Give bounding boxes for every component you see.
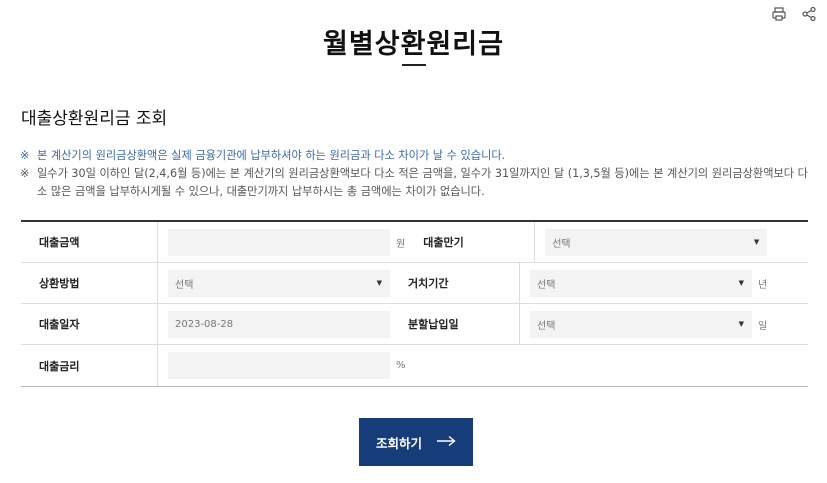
- notice-item: ※ 일수가 30일 이하인 달(2,4,6월 등)에는 본 계산기의 원리금상환…: [20, 165, 810, 201]
- loan-term-label: 대출만기: [405, 222, 536, 262]
- share-icon[interactable]: [801, 6, 817, 22]
- repay-method-select[interactable]: 선택 ▼: [168, 269, 390, 297]
- grace-period-unit: 년: [758, 279, 768, 291]
- dropdown-arrow-icon: ▼: [376, 279, 382, 287]
- form-row: 대출금리 %: [21, 345, 808, 387]
- loan-form: 대출금액 원 대출만기 선택 ▼ 상환방법 선택 ▼ 거치기간 선택 ▼ 년 대…: [21, 220, 808, 387]
- arrow-right-icon: [436, 435, 456, 450]
- grace-period-select[interactable]: 선택 ▼: [530, 269, 752, 297]
- loan-term-value: 선택: [552, 238, 571, 250]
- notice-mark: ※: [20, 149, 30, 162]
- loan-amount-input[interactable]: [168, 228, 390, 256]
- loan-term-select[interactable]: 선택 ▼: [545, 228, 768, 256]
- section-title: 대출상환원리금 조회: [21, 109, 168, 129]
- interest-rate-label: 대출금리: [21, 345, 158, 386]
- grace-period-label: 거치기간: [390, 263, 520, 303]
- repay-method-label: 상환방법: [21, 263, 158, 303]
- dropdown-arrow-icon: ▼: [738, 279, 744, 287]
- notice-text: 일수가 30일 이하인 달(2,4,6월 등)에는 본 계산기의 원리금상환액보…: [37, 167, 808, 198]
- submit-label: 조회하기: [375, 435, 422, 451]
- page-title: 월별상환원리금: [323, 29, 504, 60]
- repay-method-value: 선택: [175, 279, 194, 291]
- form-row: 대출금액 원 대출만기 선택 ▼: [21, 222, 808, 263]
- form-row: 대출일자 2023-08-28 분할납입일 선택 ▼ 일: [21, 304, 808, 345]
- loan-amount-label: 대출금액: [21, 222, 158, 262]
- loan-amount-unit: 원: [396, 238, 406, 250]
- notice-item: ※ 본 계산기의 원리금상환액은 실제 금융기관에 납부하셔야 하는 원리금과 …: [20, 147, 810, 165]
- title-underline: [402, 64, 426, 66]
- loan-date-input[interactable]: 2023-08-28: [168, 310, 390, 338]
- loan-date-label: 대출일자: [21, 304, 158, 344]
- notice-text: 본 계산기의 원리금상환액은 실제 금융기관에 납부하셔야 하는 원리금과 다소…: [37, 149, 506, 162]
- notice-list: ※ 본 계산기의 원리금상환액은 실제 금융기관에 납부하셔야 하는 원리금과 …: [20, 147, 810, 201]
- form-row: 상환방법 선택 ▼ 거치기간 선택 ▼ 년: [21, 263, 808, 304]
- dropdown-arrow-icon: ▼: [738, 320, 744, 328]
- pay-day-value: 선택: [537, 320, 556, 332]
- dropdown-arrow-icon: ▼: [753, 238, 760, 246]
- pay-day-select[interactable]: 선택 ▼: [530, 310, 752, 338]
- interest-rate-input[interactable]: [168, 352, 390, 379]
- pay-day-label: 분할납입일: [390, 304, 520, 344]
- interest-rate-unit: %: [396, 360, 406, 371]
- pay-day-unit: 일: [758, 320, 768, 332]
- grace-period-value: 선택: [537, 279, 556, 291]
- submit-button[interactable]: 조회하기: [359, 418, 473, 466]
- top-toolbar: [771, 6, 817, 22]
- notice-mark: ※: [20, 167, 30, 180]
- print-icon[interactable]: [771, 6, 787, 22]
